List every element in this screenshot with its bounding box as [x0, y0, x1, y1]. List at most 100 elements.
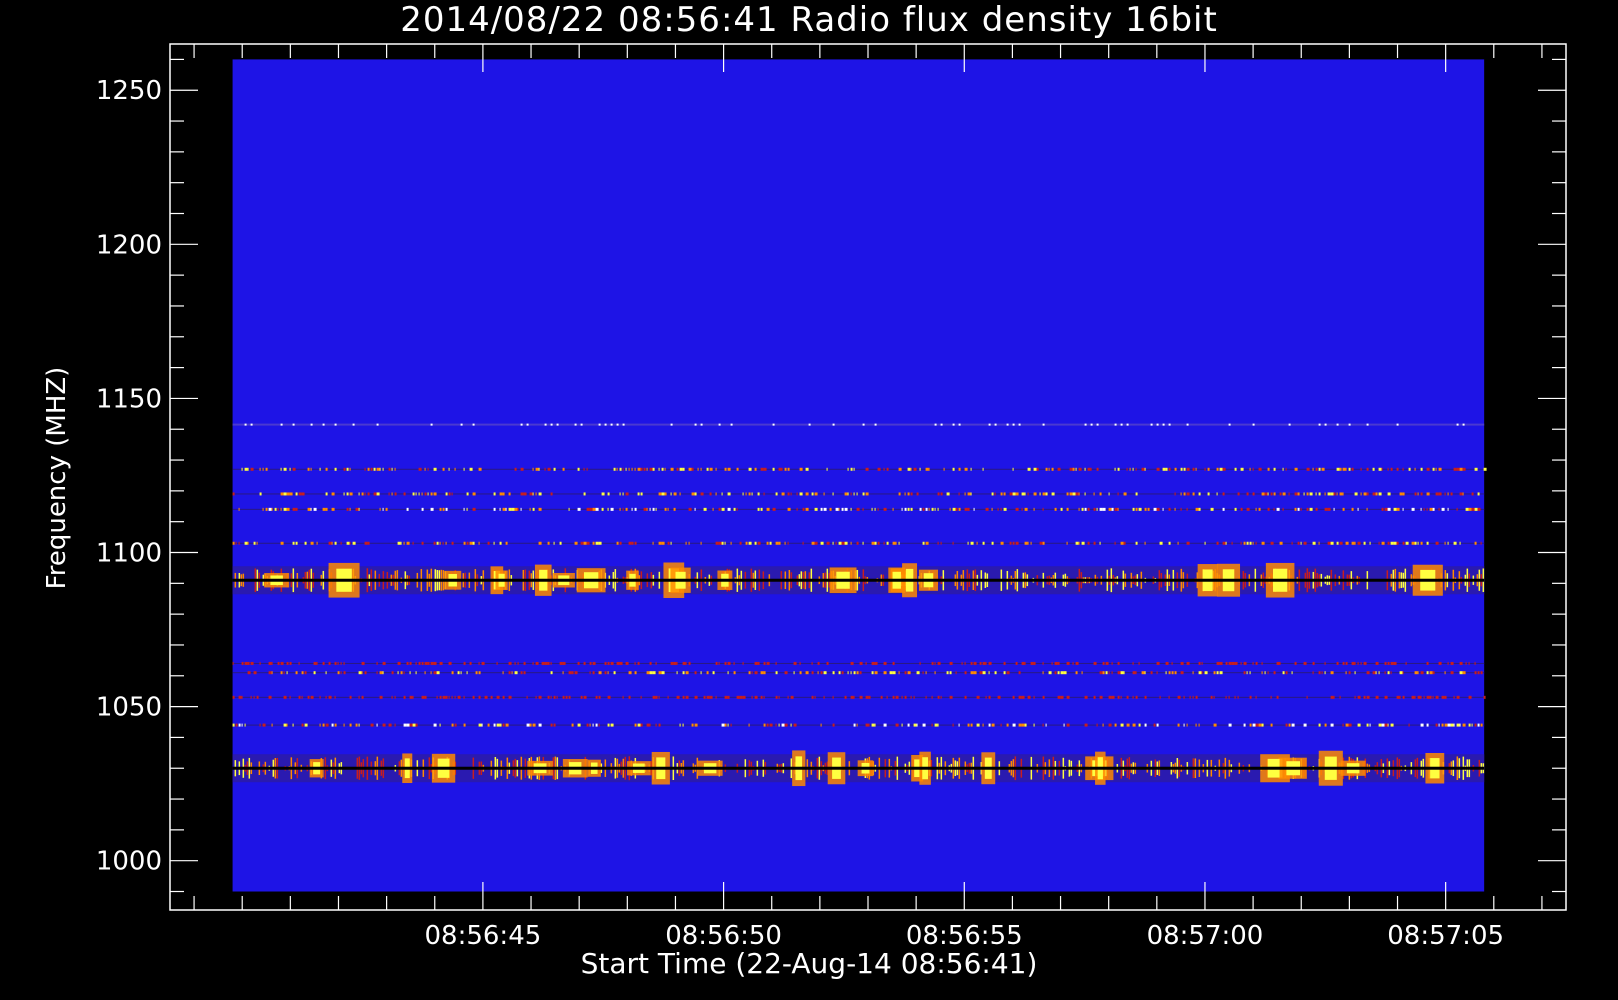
emission-speck	[934, 507, 936, 511]
emission-speck	[472, 541, 475, 545]
emission-speck	[1234, 507, 1237, 511]
emission-speck	[757, 661, 760, 665]
emission-speck	[1477, 723, 1480, 727]
emission-speck	[1048, 467, 1050, 471]
emission-speck	[1030, 661, 1034, 665]
emission-speck	[277, 661, 280, 665]
emission-speck	[322, 423, 325, 426]
emission-speck	[421, 507, 424, 511]
emission-speck	[787, 695, 789, 699]
emission-speck	[949, 507, 951, 511]
emission-speck	[1099, 507, 1103, 511]
emission-speck	[232, 541, 235, 545]
emission-speck	[346, 492, 349, 496]
emission-speck	[1207, 492, 1210, 496]
emission-speck	[247, 671, 251, 675]
emission-speck	[877, 541, 880, 545]
emission-speck	[307, 467, 310, 471]
emission-speck	[886, 541, 889, 545]
emission-speck	[1135, 541, 1138, 545]
emission-speck	[241, 661, 244, 665]
emission-speck	[1084, 492, 1086, 496]
emission-speck	[1474, 671, 1477, 675]
emission-speck	[325, 507, 328, 511]
emission-speck	[550, 423, 553, 426]
emission-speck	[1453, 695, 1455, 699]
emission-speck	[595, 695, 598, 699]
emission-speck	[1168, 671, 1171, 675]
emission-speck	[859, 661, 863, 665]
emission-speck	[787, 541, 789, 545]
emission-speck	[631, 467, 633, 471]
emission-speck	[592, 723, 594, 727]
emission-speck	[793, 723, 797, 727]
emission-speck	[1069, 492, 1073, 496]
emission-speck	[496, 723, 500, 727]
emission-speck	[1045, 467, 1048, 471]
emission-speck	[784, 671, 788, 675]
emission-speck	[472, 695, 475, 699]
emission-speck	[463, 507, 465, 511]
emission-speck	[958, 423, 961, 426]
emission-speck	[1015, 661, 1018, 665]
emission-speck	[1204, 671, 1208, 675]
emission-speck	[1255, 541, 1257, 545]
emission-speck	[1372, 492, 1376, 496]
emission-speck	[844, 541, 848, 545]
emission-speck	[607, 671, 609, 675]
emission-speck	[892, 671, 896, 675]
emission-speck	[433, 541, 436, 545]
emission-speck	[1474, 467, 1478, 471]
emission-speck	[1411, 541, 1415, 545]
emission-speck	[358, 507, 360, 511]
emission-speck	[442, 695, 446, 699]
emission-speck	[1354, 695, 1356, 699]
emission-speck	[1075, 492, 1079, 496]
emission-speck	[409, 695, 413, 699]
emission-speck	[1339, 541, 1343, 545]
emission-speck	[403, 492, 406, 496]
emission-speck	[1276, 695, 1279, 699]
emission-speck	[649, 467, 653, 471]
emission-speck	[667, 507, 669, 511]
emission-speck	[586, 541, 590, 545]
emission-speck	[916, 671, 920, 675]
emission-speck	[544, 423, 547, 426]
emission-speck	[514, 661, 516, 665]
emission-speck	[232, 695, 235, 699]
emission-speck	[1453, 541, 1457, 545]
emission-speck	[622, 695, 624, 699]
emission-speck	[1177, 695, 1181, 699]
emission-speck	[547, 541, 550, 545]
emission-speck	[658, 695, 660, 699]
emission-speck	[619, 467, 622, 471]
emission-speck	[1396, 507, 1400, 511]
emission-speck	[496, 661, 498, 665]
emission-speck	[292, 541, 295, 545]
emission-speck	[709, 492, 712, 496]
emission-speck	[1090, 423, 1093, 426]
emission-speck	[883, 541, 885, 545]
emission-speck	[1102, 661, 1105, 665]
emission-speck	[439, 661, 443, 665]
emission-speck	[244, 423, 247, 426]
emission-speck	[1324, 723, 1327, 727]
emission-speck	[238, 723, 241, 727]
emission-speck	[634, 723, 637, 727]
emission-speck	[604, 671, 607, 675]
emission-speck	[1057, 695, 1061, 699]
emission-speck	[466, 507, 468, 511]
emission-speck	[1180, 661, 1184, 665]
emission-speck	[331, 492, 335, 496]
emission-speck	[922, 671, 924, 675]
emission-speck	[715, 492, 717, 496]
emission-speck	[922, 723, 926, 727]
emission-speck	[313, 661, 317, 665]
emission-speck	[1351, 661, 1355, 665]
emission-speck	[520, 467, 524, 471]
emission-speck	[670, 541, 672, 545]
emission-speck	[1132, 467, 1134, 471]
emission-speck	[511, 507, 515, 511]
emission-speck	[1084, 695, 1088, 699]
emission-speck	[847, 671, 849, 675]
